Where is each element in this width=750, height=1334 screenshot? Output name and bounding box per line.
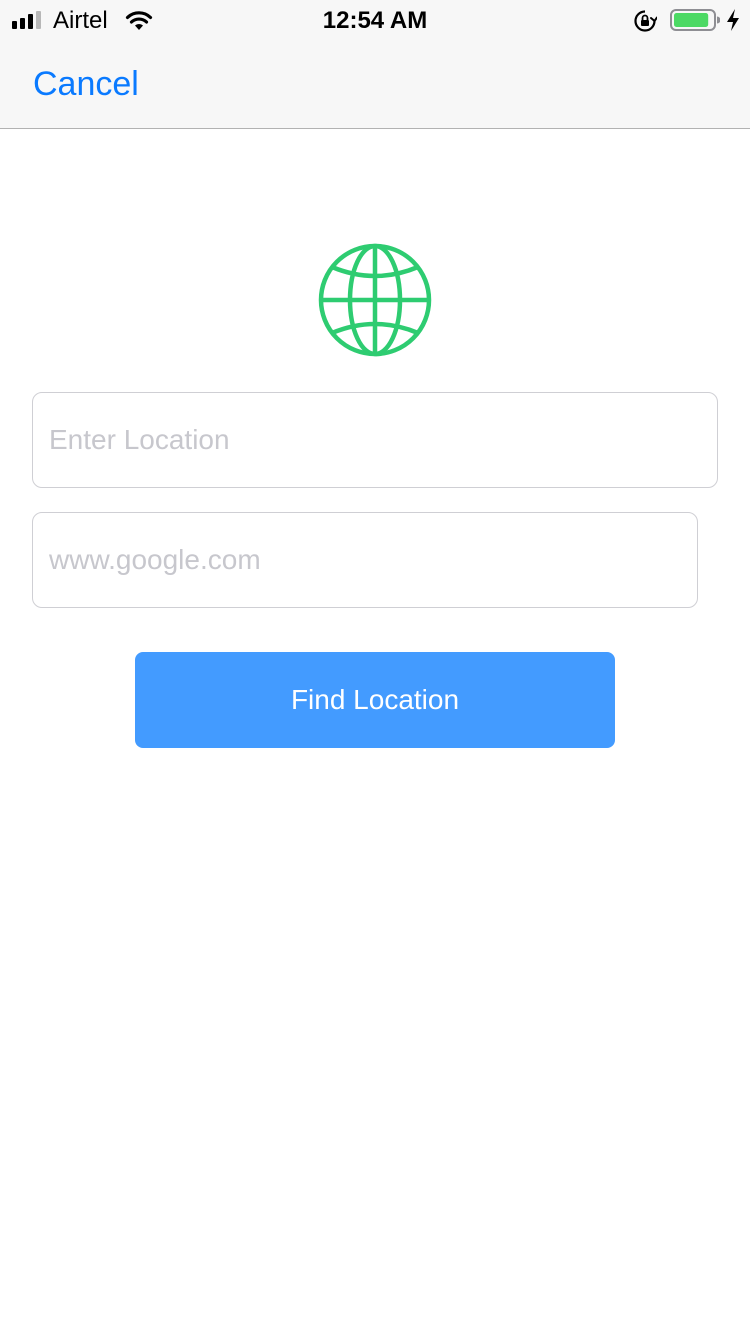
orientation-lock-icon bbox=[634, 10, 657, 32]
find-location-button[interactable]: Find Location bbox=[135, 652, 615, 748]
location-input[interactable] bbox=[32, 392, 718, 488]
battery-level-fill bbox=[674, 13, 709, 27]
battery-icon bbox=[670, 9, 720, 31]
status-bar: Airtel 12:54 AM bbox=[0, 0, 750, 40]
navigation-bar: Cancel bbox=[0, 40, 750, 129]
globe-icon bbox=[318, 243, 432, 357]
cancel-button[interactable]: Cancel bbox=[33, 64, 139, 104]
website-input[interactable] bbox=[32, 512, 698, 608]
charging-bolt-icon bbox=[727, 9, 739, 31]
